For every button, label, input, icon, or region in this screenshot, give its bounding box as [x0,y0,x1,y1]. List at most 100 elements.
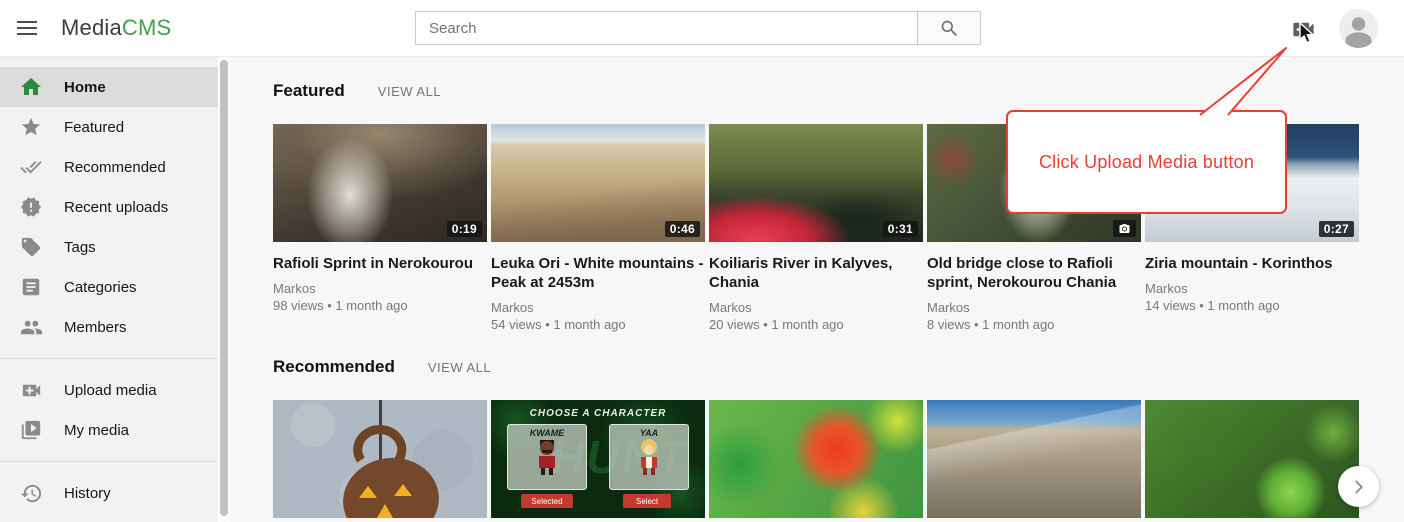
tag-icon [19,235,43,259]
video-author[interactable]: Markos [927,299,1141,316]
game-character-panel: YAA [609,424,689,490]
game-character-name: KWAME [508,428,586,438]
video-title[interactable]: Old bridge close to Rafioli sprint, Nero… [927,254,1141,292]
sidebar-divider [0,461,218,462]
sidebar-item-label: My media [64,422,129,439]
game-character-sprite [636,438,662,478]
video-upload-icon [1290,16,1317,43]
pumpkin-art [273,400,487,518]
media-card [273,400,487,518]
video-meta: 8 views • 1 month ago [927,316,1141,333]
sidebar-item-label: Featured [64,119,124,136]
video-meta: 54 views • 1 month ago [491,316,705,333]
search-bar [415,11,981,45]
new-releases-icon [19,195,43,219]
sidebar-item-tags[interactable]: Tags [0,227,218,267]
media-card: 0:31 Koiliaris River in Kalyves, Chania … [709,124,923,333]
callout-pointer [1190,42,1295,116]
sidebar-item-featured[interactable]: Featured [0,107,218,147]
game-character-panel: KWAME [507,424,587,490]
sidebar-item-home[interactable]: Home [0,67,218,107]
video-title[interactable]: Leuka Ori - White mountains - Peak at 24… [491,254,705,292]
video-thumbnail[interactable]: 0:19 [273,124,487,242]
sidebar-item-members[interactable]: Members [0,307,218,347]
video-meta: 98 views • 1 month ago [273,297,487,314]
media-card [709,400,923,518]
duration-badge: 0:19 [447,221,482,237]
sidebar-item-label: History [64,485,111,502]
section-title: Featured [273,81,345,101]
sidebar: Home Featured Recommended Recent uploads… [0,57,218,522]
sidebar-item-categories[interactable]: Categories [0,267,218,307]
game-selected-button: Selected [521,494,573,508]
duration-badge: 0:27 [1319,221,1354,237]
app-logo[interactable]: MediaCMS [61,15,171,41]
photo-camera-icon [1118,223,1131,235]
sidebar-item-label: Recommended [64,159,166,176]
upload-media-icon [19,378,43,402]
sidebar-item-my-media[interactable]: My media [0,410,218,450]
sidebar-item-label: Members [64,319,127,336]
featured-view-all-link[interactable]: VIEW ALL [378,84,441,99]
scrollbar-thumb[interactable] [220,60,228,516]
carousel-next-button[interactable] [1338,466,1379,507]
logo-media-text: Media [61,15,122,40]
video-author[interactable]: Markos [1145,280,1359,297]
video-title[interactable]: Koiliaris River in Kalyves, Chania [709,254,923,292]
hamburger-menu-icon[interactable] [15,16,41,40]
video-thumbnail[interactable] [709,400,923,518]
history-icon [19,481,43,505]
video-thumbnail[interactable] [927,400,1141,518]
video-author[interactable]: Markos [273,280,487,297]
media-card: HUNT CHOOSE A CHARACTER KWAME YAA Select… [491,400,705,518]
video-thumbnail[interactable] [1145,400,1359,518]
chevron-right-icon [1348,476,1370,498]
search-icon [939,18,960,39]
sidebar-item-label: Recent uploads [64,199,168,216]
sidebar-divider [0,358,218,359]
person-icon [1339,9,1378,48]
upload-media-button[interactable] [1290,16,1318,42]
home-icon [19,75,43,99]
video-author[interactable]: Markos [491,299,705,316]
user-avatar[interactable] [1339,9,1378,48]
search-input[interactable] [415,11,917,45]
recommended-card-row: HUNT CHOOSE A CHARACTER KWAME YAA Select… [273,400,1404,518]
game-character-name: YAA [610,428,688,438]
video-thumbnail[interactable] [273,400,487,518]
sidebar-item-history[interactable]: History [0,473,218,513]
video-thumbnail[interactable]: 0:31 [709,124,923,242]
sidebar-item-recent-uploads[interactable]: Recent uploads [0,187,218,227]
sidebar-item-label: Home [64,79,106,96]
video-meta: 20 views • 1 month ago [709,316,923,333]
star-icon [19,115,43,139]
sidebar-item-label: Categories [64,279,137,296]
video-meta: 14 views • 1 month ago [1145,297,1359,314]
categories-icon [19,275,43,299]
game-heading-text: CHOOSE A CHARACTER [491,408,705,419]
media-card: 0:46 Leuka Ori - White mountains - Peak … [491,124,705,333]
media-card [1145,400,1359,518]
photo-badge [1113,220,1136,237]
sidebar-item-label: Upload media [64,382,157,399]
video-author[interactable]: Markos [709,299,923,316]
section-title: Recommended [273,357,395,377]
logo-cms-text: CMS [122,15,172,40]
my-media-icon [19,418,43,442]
tutorial-callout: Click Upload Media button [1006,110,1287,214]
sidebar-item-recommended[interactable]: Recommended [0,147,218,187]
duration-badge: 0:46 [665,221,700,237]
sidebar-item-upload-media[interactable]: Upload media [0,370,218,410]
duration-badge: 0:31 [883,221,918,237]
video-title[interactable]: Ziria mountain - Korinthos [1145,254,1359,273]
video-title[interactable]: Rafioli Sprint in Nerokourou [273,254,487,273]
double-check-icon [19,155,43,179]
recommended-view-all-link[interactable]: VIEW ALL [428,360,491,375]
callout-text: Click Upload Media button [1039,152,1254,173]
video-thumbnail[interactable]: 0:46 [491,124,705,242]
search-button[interactable] [917,11,981,45]
members-icon [19,315,43,339]
media-card [927,400,1141,518]
sidebar-scrollbar[interactable] [219,57,229,522]
video-thumbnail[interactable]: HUNT CHOOSE A CHARACTER KWAME YAA Select… [491,400,705,518]
